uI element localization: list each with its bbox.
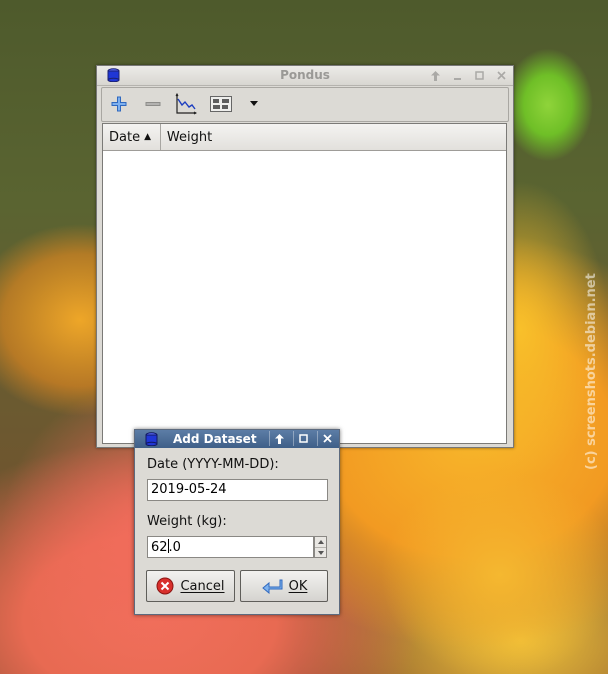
date-label: Date (YYYY-MM-DD): — [147, 457, 279, 472]
close-icon — [322, 433, 332, 443]
column-header-weight[interactable]: Weight — [161, 124, 506, 150]
cancel-label: Cancel — [180, 578, 225, 594]
plot-icon — [175, 93, 197, 115]
minimize-button[interactable] — [449, 68, 465, 83]
ok-label: OK — [288, 578, 308, 594]
column-header-date[interactable]: Date ▲ — [103, 124, 161, 150]
spin-up-icon — [317, 540, 324, 544]
maximize-button[interactable] — [471, 68, 487, 83]
toolbar-overflow-button[interactable] — [242, 93, 266, 115]
ok-button[interactable]: OK — [240, 570, 328, 602]
add-dataset-button[interactable] — [107, 93, 131, 115]
dialog-title: Add Dataset — [173, 432, 257, 446]
spin-down-icon — [317, 551, 324, 555]
dialog-titlebar[interactable]: Add Dataset — [135, 430, 339, 448]
toolbar — [101, 87, 509, 122]
cancel-icon — [156, 577, 174, 595]
close-button[interactable] — [317, 431, 336, 446]
add-dataset-dialog: Add Dataset Date (YYYY-MM-DD): 2019-05-2… — [134, 429, 340, 615]
watermark: (c) screenshots.debian.net — [584, 273, 599, 470]
remove-dataset-button[interactable] — [141, 93, 165, 115]
table-header: Date ▲ Weight — [103, 124, 506, 151]
spin-up-button[interactable] — [315, 537, 326, 548]
enter-arrow-icon — [261, 579, 283, 594]
weight-value-after-cursor: .0 — [168, 540, 181, 555]
pondus-app-icon — [145, 432, 158, 446]
maximize-icon — [298, 433, 308, 443]
plot-button[interactable] — [174, 93, 198, 115]
sort-ascending-icon: ▲ — [144, 132, 151, 142]
raise-window-button[interactable] — [427, 68, 443, 83]
maximize-button[interactable] — [293, 431, 312, 446]
dataset-table[interactable]: Date ▲ Weight — [102, 123, 507, 444]
preferences-icon — [210, 96, 232, 112]
dropdown-arrow-icon — [250, 101, 258, 106]
weight-value-before-cursor: 62 — [151, 540, 168, 555]
close-button[interactable] — [493, 68, 509, 83]
main-window: Pondus Date ▲ Weight — [96, 65, 514, 448]
flower-petal — [380, 470, 608, 674]
weight-label: Weight (kg): — [147, 514, 227, 529]
column-header-label: Weight — [166, 129, 213, 145]
weight-spinner — [314, 536, 327, 558]
date-input[interactable]: 2019-05-24 — [147, 479, 328, 501]
minus-icon — [145, 102, 161, 106]
date-input-value: 2019-05-24 — [151, 482, 227, 497]
maximize-icon — [474, 70, 484, 80]
cancel-button[interactable]: Cancel — [146, 570, 235, 602]
column-header-label: Date — [109, 129, 141, 145]
arrow-up-icon — [274, 433, 284, 444]
minimize-icon — [453, 77, 461, 80]
main-titlebar[interactable]: Pondus — [97, 66, 513, 86]
spin-down-button[interactable] — [315, 548, 326, 558]
arrow-up-icon — [430, 70, 440, 81]
raise-window-button[interactable] — [269, 431, 288, 446]
weight-spin-input[interactable]: 62.0 — [147, 536, 314, 558]
close-icon — [496, 70, 506, 80]
plus-icon — [111, 96, 127, 112]
preferences-button[interactable] — [209, 93, 233, 115]
